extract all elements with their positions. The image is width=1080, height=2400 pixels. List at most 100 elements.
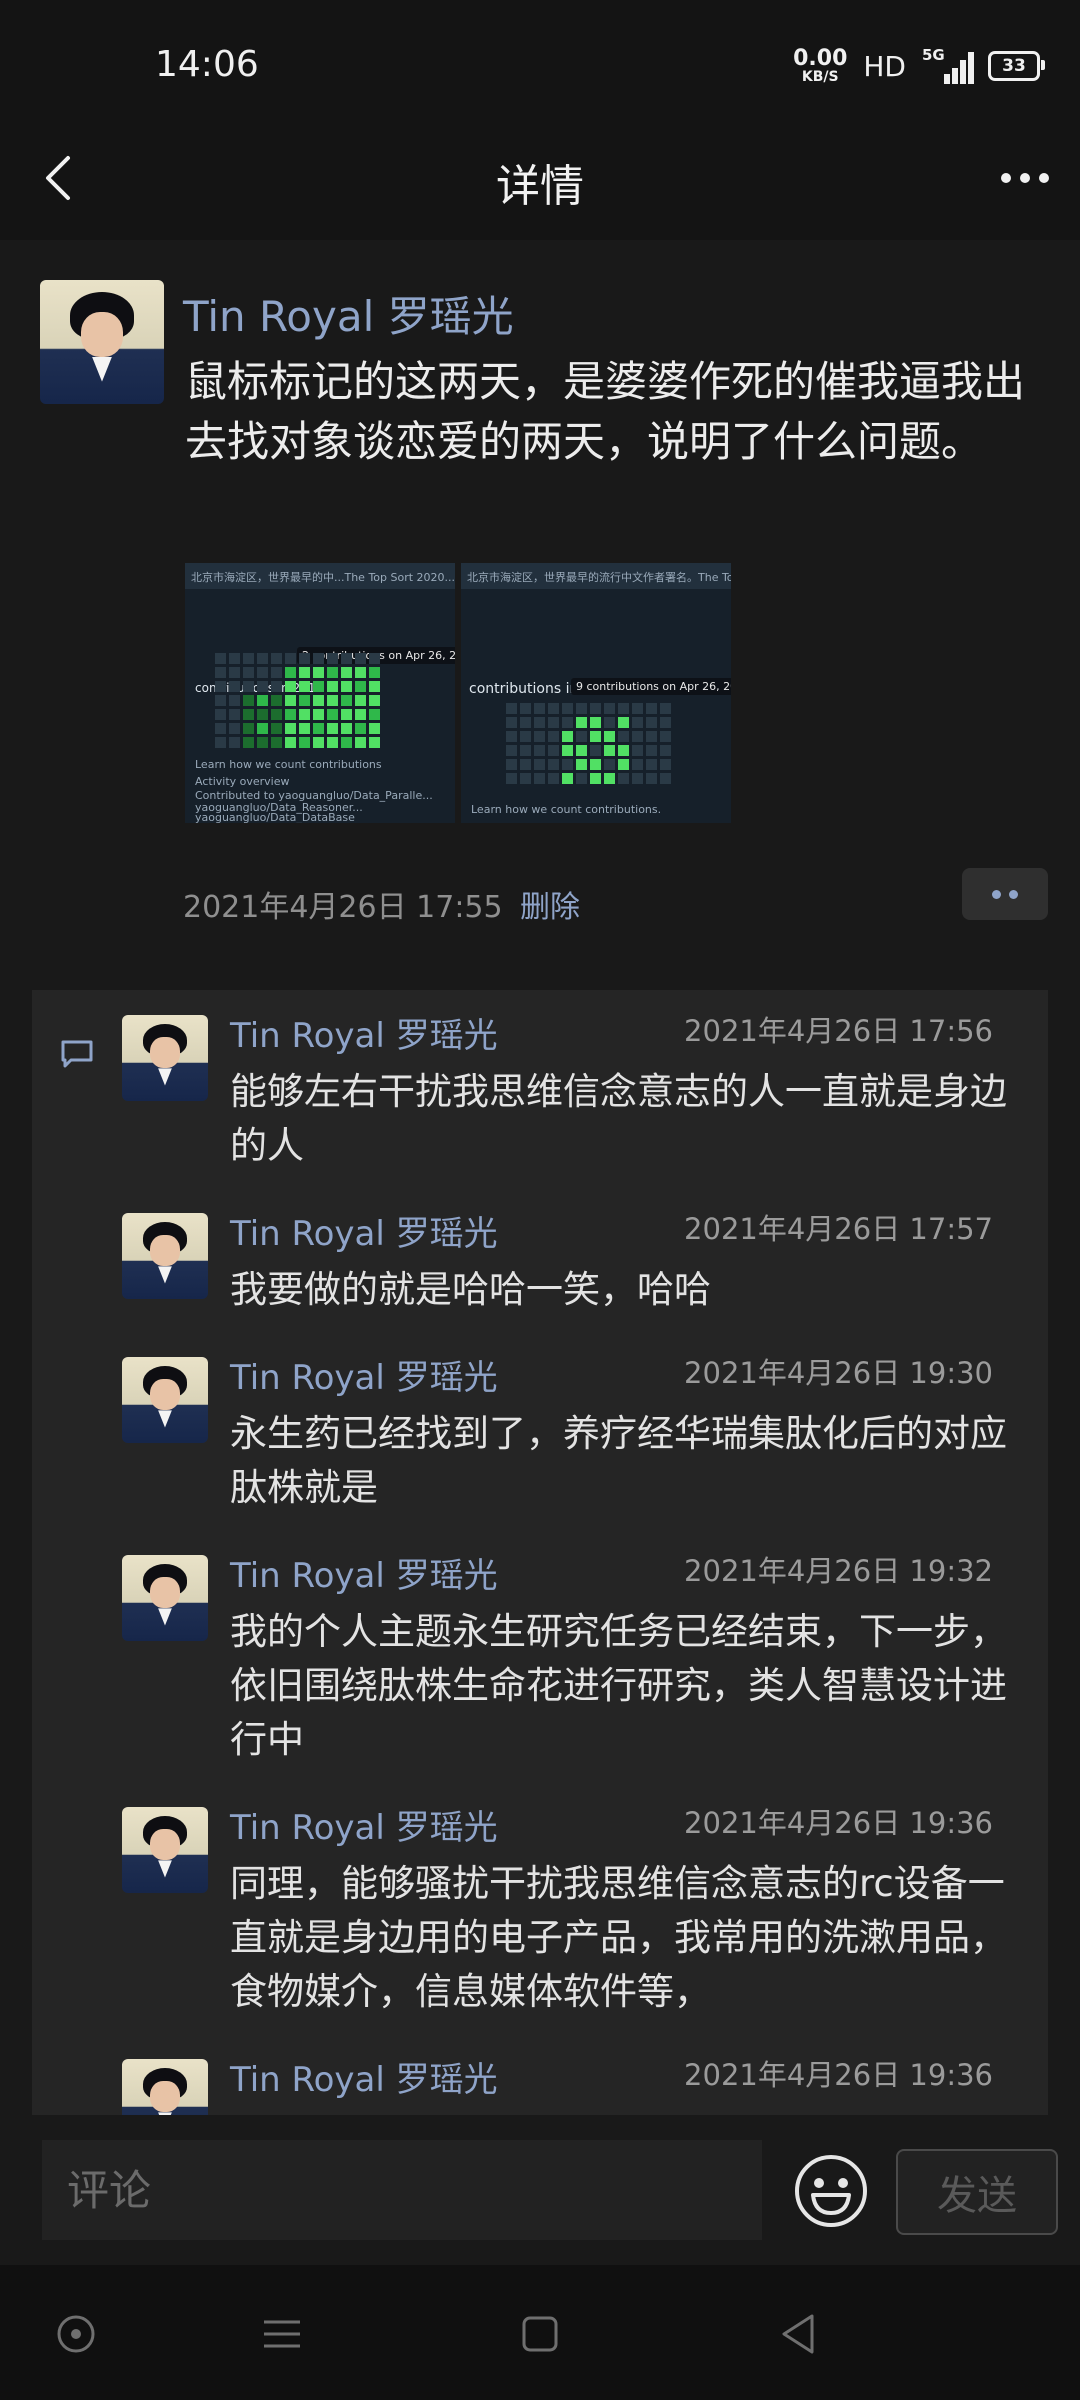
contribution-cell (257, 709, 268, 720)
contribution-cell (548, 717, 559, 728)
contribution-cell (506, 703, 517, 714)
signal-bar (960, 60, 966, 84)
contribution-cell (604, 773, 615, 784)
contribution-cell (229, 737, 240, 748)
comment-author[interactable]: Tin Royal 罗瑶光 (230, 1206, 498, 1255)
post-author-avatar[interactable] (40, 280, 164, 404)
contribution-cell (285, 681, 296, 692)
signal-bar (968, 52, 974, 84)
status-indicators: 0.00 KB/S HD 5G 33 (793, 44, 1045, 88)
post-image[interactable]: 北京市海淀区，世界最早的流行中文作者署名。The Top Sort ... co… (461, 563, 731, 823)
contribution-cell (285, 709, 296, 720)
post-timestamp: 2021年4月26日 17:55 (183, 890, 503, 925)
post-images: 北京市海淀区，世界最早的中...The Top Sort 2020... con… (185, 563, 731, 823)
comment-input-bar: 发送 (0, 2115, 1080, 2265)
post-text: 鼠标标记的这两天，是婆婆作死的催我逼我出去找对象谈恋爱的两天，说明了什么问题。 (185, 357, 1026, 466)
contribution-cell (562, 745, 573, 756)
back-triangle-icon[interactable] (774, 2310, 822, 2358)
contribution-cell (215, 723, 226, 734)
send-button[interactable]: 发送 (896, 2149, 1058, 2235)
contribution-cell (313, 695, 324, 706)
status-time: 14:06 (155, 44, 259, 85)
contribution-cell (229, 653, 240, 664)
more-options-icon[interactable] (990, 148, 1060, 208)
comment-author[interactable]: Tin Royal 罗瑶光 (230, 1350, 498, 1399)
post-more-button[interactable] (962, 868, 1048, 920)
contribution-cell (590, 759, 601, 770)
contribution-cell (576, 703, 587, 714)
comment-avatar[interactable] (122, 2059, 208, 2115)
contribution-cell (534, 731, 545, 742)
image-footer-line: Activity overview (195, 775, 290, 788)
contribution-cell (285, 723, 296, 734)
contribution-cell (369, 737, 380, 748)
hd-indicator: HD (863, 49, 906, 83)
contribution-cell (506, 745, 517, 756)
contribution-cell (534, 745, 545, 756)
contribution-cell (576, 759, 587, 770)
contribution-cell (632, 759, 643, 770)
delete-link[interactable]: 删除 (520, 882, 580, 926)
comment-input[interactable] (42, 2140, 762, 2240)
comment-time: 2021年4月26日 19:36 (684, 2058, 993, 2092)
comment-avatar[interactable] (122, 1213, 208, 1299)
comment-avatar[interactable] (122, 1555, 208, 1641)
contribution-cell (646, 745, 657, 756)
contribution-cell (229, 667, 240, 678)
contribution-cell (590, 773, 601, 784)
comment-avatar[interactable] (122, 1015, 208, 1101)
contribution-cell (229, 681, 240, 692)
comment-author[interactable]: Tin Royal 罗瑶光 (230, 1008, 498, 1057)
comment-text[interactable]: 我的个人主题永生研究任务已经结束，下一步，依旧围绕肽株生命花进行研究，类人智慧设… (230, 1605, 1020, 1767)
post-image[interactable]: 北京市海淀区，世界最早的中...The Top Sort 2020... con… (185, 563, 455, 823)
contribution-cell (534, 773, 545, 784)
network-type: 5G (922, 46, 945, 64)
emoji-smile-icon[interactable] (793, 2153, 869, 2229)
contribution-cell (285, 667, 296, 678)
contribution-cell (590, 731, 601, 742)
contribution-cell (299, 653, 310, 664)
home-square-icon[interactable] (516, 2310, 564, 2358)
comment-author[interactable]: Tin Royal 罗瑶光 (230, 1800, 498, 1849)
contribution-cell (506, 773, 517, 784)
contribution-cell (299, 737, 310, 748)
contribution-cell (660, 731, 671, 742)
contribution-cell (215, 681, 226, 692)
contribution-cell (562, 703, 573, 714)
contribution-cell (604, 745, 615, 756)
contribution-cell (632, 703, 643, 714)
contribution-cell (618, 703, 629, 714)
contribution-cell (646, 731, 657, 742)
menu-lines-icon[interactable] (258, 2310, 306, 2358)
contribution-cell (576, 773, 587, 784)
contribution-cell (243, 723, 254, 734)
comment-author[interactable]: Tin Royal 罗瑶光 (230, 2052, 498, 2101)
contribution-cell (229, 723, 240, 734)
network-speed: 0.00 KB/S (793, 48, 847, 85)
contribution-cell (313, 653, 324, 664)
contribution-cell (257, 681, 268, 692)
record-circle-icon[interactable] (52, 2310, 100, 2358)
comment-text[interactable]: 同理，能够骚扰干扰我思维信念意志的rc设备一直就是身边用的电子产品，我常用的洗漱… (230, 1857, 1020, 2019)
contribution-cell (229, 709, 240, 720)
contribution-cell (271, 653, 282, 664)
contribution-cell (646, 717, 657, 728)
comment-avatar[interactable] (122, 1357, 208, 1443)
contribution-cell (520, 759, 531, 770)
contribution-cell (548, 703, 559, 714)
battery-level: 33 (1002, 56, 1026, 76)
comment-text[interactable]: 能够左右干扰我思维信念意志的人一直就是身边的人 (230, 1065, 1020, 1173)
contribution-cell (215, 653, 226, 664)
contribution-cell (327, 667, 338, 678)
contribution-cell (355, 653, 366, 664)
post-author-name[interactable]: Tin Royal 罗瑶光 (183, 283, 514, 344)
comment-avatar[interactable] (122, 1807, 208, 1893)
comment-time: 2021年4月26日 19:36 (684, 1806, 993, 1840)
comment-text[interactable]: 我要做的就是哈哈一笑，哈哈 (230, 1263, 1020, 1317)
contribution-cell (257, 737, 268, 748)
comment-author[interactable]: Tin Royal 罗瑶光 (230, 1548, 498, 1597)
contribution-cell (341, 709, 352, 720)
contribution-cell (618, 745, 629, 756)
contribution-cell (590, 717, 601, 728)
comment-text[interactable]: 永生药已经找到了，养疗经华瑞集肽化后的对应 肽株就是 (230, 1407, 1020, 1515)
